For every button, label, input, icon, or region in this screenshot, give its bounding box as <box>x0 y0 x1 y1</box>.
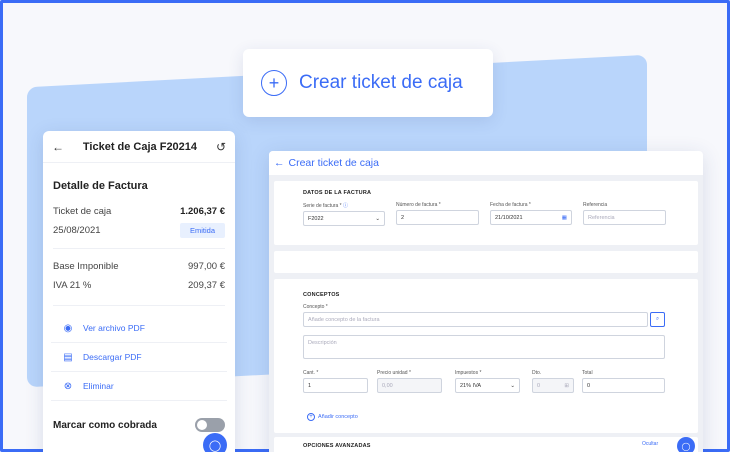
number-label: Número de factura * <box>396 202 441 208</box>
plus-circle-icon: + <box>261 70 287 96</box>
concept-placeholder: Añade concepto de la factura <box>308 316 380 323</box>
total-label: Total <box>582 370 593 376</box>
qty-label: Cant. * <box>303 370 319 376</box>
add-concept-button[interactable]: + Añadir concepto <box>307 413 358 421</box>
ref-placeholder: Referencia <box>588 214 615 221</box>
ticket-amount: 1.206,37 € <box>180 206 225 217</box>
chat-bubble-icon[interactable]: ◯ <box>203 433 227 452</box>
delete-link[interactable]: ⊗ Eliminar <box>51 372 227 401</box>
advanced-panel: OPCIONES AVANZADAS Ocultar <box>274 437 698 452</box>
calendar-icon[interactable]: ▦ <box>562 215 567 221</box>
base-label: Base Imponible <box>53 261 119 272</box>
tax-select-value: 21% IVA <box>460 382 481 389</box>
date-value: 21/10/2021 <box>495 214 523 221</box>
back-arrow-icon[interactable]: ← <box>52 140 64 154</box>
pdf-icon: ▤ <box>63 351 73 363</box>
ticket-label: Ticket de caja <box>53 206 112 217</box>
status-badge: Emitida <box>179 223 225 238</box>
tax-select[interactable]: 21% IVA ⌄ <box>455 378 520 393</box>
info-icon: ⓘ <box>343 203 349 209</box>
empty-panel <box>274 251 698 273</box>
hide-advanced-link[interactable]: Ocultar <box>642 441 658 447</box>
form-title: Crear ticket de caja <box>288 157 379 169</box>
description-placeholder: Descripción <box>308 340 337 346</box>
form-header: ← Crear ticket de caja <box>269 151 703 175</box>
paid-toggle-label: Marcar como cobrada <box>53 419 157 431</box>
price-input[interactable]: 0,00 <box>377 378 442 393</box>
date-row: 25/08/2021 Emitida <box>53 221 225 240</box>
create-ticket-card[interactable]: + Crear ticket de caja <box>243 49 493 117</box>
serie-label: Serie de factura * <box>303 203 342 209</box>
date-label: Fecha de factura * <box>490 202 531 208</box>
ticket-detail-card: ← Ticket de Caja F20214 ↺ Detalle de Fac… <box>43 131 235 452</box>
discount-label: Dto. <box>532 370 542 376</box>
tax-select-label: Impuestos * <box>455 370 482 376</box>
ref-input[interactable]: Referencia <box>583 210 666 225</box>
tax-label: IVA 21 % <box>53 280 92 291</box>
serie-value: F2022 <box>308 215 324 222</box>
close-circle-icon: ⊗ <box>63 380 73 392</box>
paid-toggle[interactable] <box>195 418 225 432</box>
concepts-section-title: CONCEPTOS <box>303 292 340 298</box>
number-value: 2 <box>401 214 405 221</box>
detail-section-title: Detalle de Factura <box>53 180 148 192</box>
qty-value: 1 <box>308 382 312 389</box>
paid-toggle-row: Marcar como cobrada <box>43 418 235 432</box>
add-concept-label: Añadir concepto <box>318 414 358 420</box>
concepts-panel: CONCEPTOS Concepto * Añade concepto de l… <box>274 279 698 433</box>
ref-label: Referencia <box>583 202 608 208</box>
base-value: 997,00 € <box>188 261 225 272</box>
chat-bubble-icon[interactable]: ◯ <box>677 437 695 452</box>
eye-icon: ◉ <box>63 322 73 334</box>
ticket-row: Ticket de caja 1.206,37 € <box>53 202 225 221</box>
discount-value: 0 <box>537 382 541 389</box>
base-row: Base Imponible 997,00 € <box>53 257 225 276</box>
history-icon[interactable]: ↺ <box>216 140 226 154</box>
view-pdf-link[interactable]: ◉ Ver archivo PDF <box>51 314 227 343</box>
view-pdf-label: Ver archivo PDF <box>83 323 145 333</box>
advanced-section-title: OPCIONES AVANZADAS <box>303 443 371 449</box>
invoice-section-title: DATOS DE LA FACTURA <box>303 190 372 196</box>
ticket-date: 25/08/2021 <box>53 225 101 236</box>
date-input[interactable]: 21/10/2021 ▦ <box>490 210 572 225</box>
create-ticket-form: ← Crear ticket de caja DATOS DE LA FACTU… <box>269 151 703 452</box>
invoice-data-panel: DATOS DE LA FACTURA Serie de factura * ⓘ… <box>274 181 698 245</box>
download-pdf-link[interactable]: ▤ Descargar PDF <box>51 343 227 372</box>
concept-input[interactable]: Añade concepto de la factura <box>303 312 648 327</box>
search-icon[interactable]: ⌕ <box>650 312 665 327</box>
chevron-down-icon: ⌄ <box>375 215 380 222</box>
ticket-title: Ticket de Caja F20214 <box>82 140 198 153</box>
chevron-down-icon: ⌄ <box>510 382 515 389</box>
tax-value: 209,37 € <box>188 280 225 291</box>
qty-input[interactable]: 1 <box>303 378 368 393</box>
ticket-detail-header: ← Ticket de Caja F20214 ↺ <box>43 131 235 163</box>
stepper-icon[interactable]: ⊞ <box>564 383 569 389</box>
price-label: Precio unidad * <box>377 370 411 376</box>
serie-select[interactable]: F2022 ⌄ <box>303 211 385 226</box>
concept-label: Concepto * <box>303 304 328 310</box>
discount-input[interactable]: 0 ⊞ <box>532 378 574 393</box>
tax-row: IVA 21 % 209,37 € <box>53 276 225 295</box>
number-input[interactable]: 2 <box>396 210 479 225</box>
download-pdf-label: Descargar PDF <box>83 352 142 362</box>
plus-circle-icon: + <box>307 413 315 421</box>
price-value: 0,00 <box>382 382 393 389</box>
delete-label: Eliminar <box>83 381 114 391</box>
create-ticket-title: Crear ticket de caja <box>299 72 463 93</box>
description-input[interactable]: Descripción <box>303 335 665 359</box>
total-input[interactable]: 0 <box>582 378 665 393</box>
total-value: 0 <box>587 382 591 389</box>
back-arrow-icon[interactable]: ← <box>274 157 285 169</box>
